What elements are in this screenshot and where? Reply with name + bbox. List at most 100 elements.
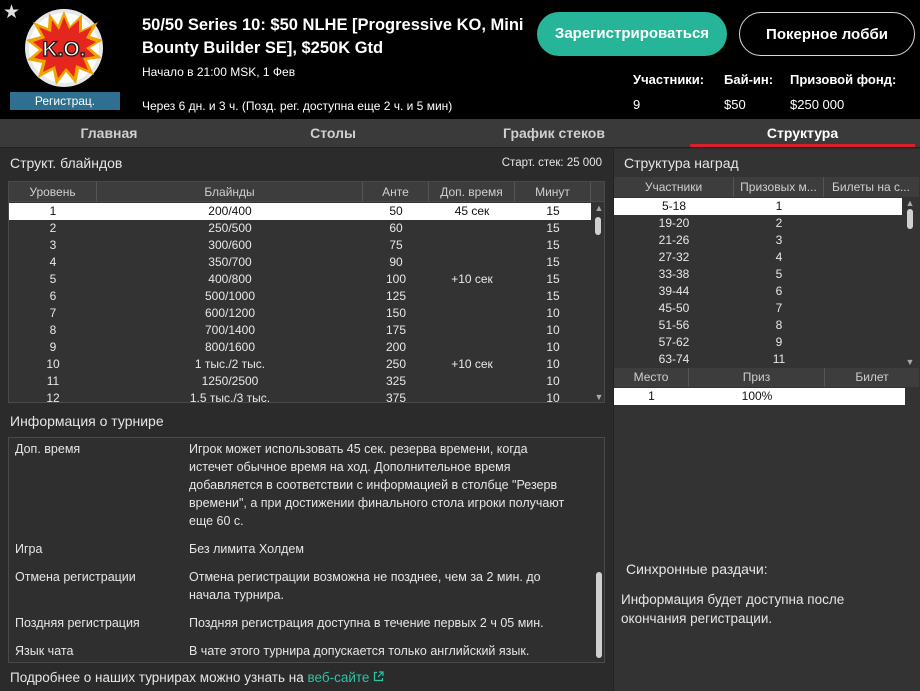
blinds-structure-title: Структ. блайндов <box>10 155 123 171</box>
blind-cell: 400/800 <box>208 272 252 286</box>
blind-cell: 1250/2500 <box>201 374 259 388</box>
prize-row[interactable]: 33-38 5 <box>614 266 902 283</box>
tab-main[interactable]: Главная <box>0 119 218 148</box>
blind-level-row[interactable]: 5 400/800 100 +10 сек 15 <box>9 271 591 288</box>
col-minutes[interactable]: Минут <box>515 182 591 202</box>
info-row-game: Игра Без лимита Холдем <box>9 540 594 560</box>
prize-row[interactable]: 19-20 2 <box>614 215 902 232</box>
blinds-scrollbar[interactable]: ▲ ▼ <box>593 203 604 402</box>
prize-cell: 3 <box>775 233 783 247</box>
blind-level-row[interactable]: 12 1,5 тыс./3 тыс. 375 10 <box>9 390 591 403</box>
blinds-scroll-thumb[interactable] <box>595 217 601 235</box>
prize-cell: 11 <box>772 352 786 366</box>
website-link-text[interactable]: веб-сайте <box>308 670 370 685</box>
blind-level-row[interactable]: 9 800/1600 200 10 <box>9 339 591 356</box>
scroll-up-icon[interactable]: ▲ <box>593 203 604 213</box>
blind-cell: 15 <box>546 204 560 218</box>
place-ticket <box>825 388 905 405</box>
favorite-star-icon[interactable]: ★ <box>3 3 21 22</box>
blind-cell: 2 <box>49 221 57 235</box>
prize-row[interactable]: 27-32 4 <box>614 249 902 266</box>
info-value: Поздняя регистрация доступна в течение п… <box>189 616 544 630</box>
website-link[interactable]: веб-сайте <box>308 670 385 685</box>
prize-cell <box>824 334 902 351</box>
blind-level-row[interactable]: 3 300/600 75 15 <box>9 237 591 254</box>
tournament-title: 50/50 Series 10: $50 NLHE [Progressive K… <box>142 16 524 57</box>
poker-lobby-button[interactable]: Покерное лобби <box>739 12 915 56</box>
col-tickets[interactable]: Билеты на с... <box>824 177 918 197</box>
blind-level-row[interactable]: 11 1250/2500 325 10 <box>9 373 591 390</box>
blind-level-row[interactable]: 1 200/400 50 45 сек 15 <box>9 203 591 220</box>
blinds-table: Уровень Блайнды Анте Доп. время Минут 12… <box>8 181 605 403</box>
blind-cell: 150 <box>385 306 407 320</box>
prize-row[interactable]: 57-62 9 <box>614 334 902 351</box>
prize-cell: 6 <box>775 284 783 298</box>
col-blinds[interactable]: Блайнды <box>97 182 363 202</box>
blind-cell: 600/1200 <box>204 306 256 320</box>
blind-cell <box>429 220 515 237</box>
col-prize[interactable]: Приз <box>689 368 825 387</box>
prize-cell <box>824 266 902 283</box>
prize-row[interactable]: 5-18 1 <box>614 198 902 215</box>
prize-cell: 33-38 <box>658 267 690 281</box>
blind-cell: 4 <box>49 255 57 269</box>
prize-row[interactable]: 39-44 6 <box>614 283 902 300</box>
blind-level-row[interactable]: 6 500/1000 125 15 <box>9 288 591 305</box>
tab-bar: Главная Столы График стеков Структура <box>0 119 920 148</box>
prize-cell <box>824 249 902 266</box>
blind-cell: 375 <box>385 391 407 403</box>
prize-cell <box>824 215 902 232</box>
blind-cell: 175 <box>385 323 407 337</box>
blind-cell: 700/1400 <box>204 323 256 337</box>
place-row[interactable]: 1 100% <box>614 388 905 405</box>
blind-level-row[interactable]: 10 1 тыс./2 тыс. 250 +10 сек 10 <box>9 356 591 373</box>
col-paid-places[interactable]: Призовых м... <box>734 177 824 197</box>
scroll-down-icon[interactable]: ▼ <box>904 357 916 367</box>
prize-cell: 45-50 <box>658 301 690 315</box>
prize-table-header: Участники Призовых м... Билеты на с... <box>614 177 919 197</box>
blind-cell: 7 <box>49 306 57 320</box>
blind-cell: 60 <box>389 221 403 235</box>
prize-scrollbar[interactable]: ▲ ▼ <box>904 198 916 368</box>
info-scrollbar[interactable] <box>593 438 604 662</box>
scroll-up-icon[interactable]: ▲ <box>904 198 916 208</box>
blind-cell <box>429 339 515 356</box>
structure-left-panel: Структ. блайндов Старт. стек: 25 000 Уро… <box>0 149 612 691</box>
blind-level-row[interactable]: 7 600/1200 150 10 <box>9 305 591 322</box>
prize-cell: 5-18 <box>661 199 687 213</box>
prize-row[interactable]: 51-56 8 <box>614 317 902 334</box>
info-row-unregister: Отмена регистрации Отмена регистрации во… <box>9 568 594 606</box>
prize-cell <box>824 198 902 215</box>
tab-tables[interactable]: Столы <box>218 119 448 148</box>
col-place[interactable]: Место <box>614 368 689 387</box>
blind-cell: 800/1600 <box>204 340 256 354</box>
info-value: В чате этого турнира допускается только … <box>189 644 530 658</box>
prize-cell: 8 <box>775 318 783 332</box>
col-ticket[interactable]: Билет <box>825 368 919 387</box>
scroll-down-icon[interactable]: ▼ <box>593 392 604 402</box>
prize-scroll-thumb[interactable] <box>907 209 913 229</box>
col-participants[interactable]: Участники <box>614 177 734 197</box>
more-info-text: Подробнее о наших турнирах можно узнать … <box>10 670 304 685</box>
participants-value: 9 <box>633 97 641 112</box>
prize-row[interactable]: 45-50 7 <box>614 300 902 317</box>
col-time-bank[interactable]: Доп. время <box>429 182 515 202</box>
tab-stack-chart[interactable]: График стеков <box>448 119 660 148</box>
blind-level-row[interactable]: 8 700/1400 175 10 <box>9 322 591 339</box>
col-ante[interactable]: Анте <box>363 182 429 202</box>
logo-text: K.O. <box>42 38 85 61</box>
prize-row[interactable]: 63-74 11 <box>614 351 902 368</box>
prize-row[interactable]: 21-26 3 <box>614 232 902 249</box>
blind-cell: 250 <box>385 357 407 371</box>
external-link-icon[interactable] <box>373 671 384 682</box>
prize-structure-title: Структура наград <box>624 155 739 171</box>
blind-cell: 11 <box>46 374 60 388</box>
blind-level-row[interactable]: 2 250/500 60 15 <box>9 220 591 237</box>
blind-cell <box>429 390 515 402</box>
info-scroll-thumb[interactable] <box>596 572 602 658</box>
col-level[interactable]: Уровень <box>9 182 97 202</box>
blind-level-row[interactable]: 4 350/700 90 15 <box>9 254 591 271</box>
register-button[interactable]: Зарегистрироваться <box>537 12 727 56</box>
blind-cell: 10 <box>546 323 560 337</box>
info-row-time-bank: Доп. время Игрок может использовать 45 с… <box>9 440 594 532</box>
